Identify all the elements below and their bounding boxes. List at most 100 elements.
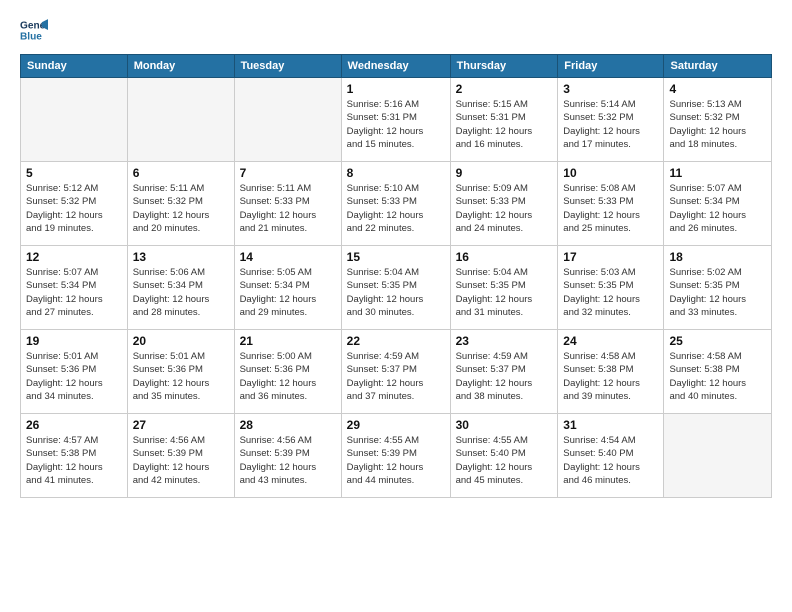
day-number: 20 (133, 334, 229, 348)
weekday-header: Tuesday (234, 55, 341, 78)
weekday-header: Wednesday (341, 55, 450, 78)
day-number: 26 (26, 418, 122, 432)
day-info: Sunrise: 5:10 AM Sunset: 5:33 PM Dayligh… (347, 182, 445, 235)
day-info: Sunrise: 5:00 AM Sunset: 5:36 PM Dayligh… (240, 350, 336, 403)
calendar-week-row: 12Sunrise: 5:07 AM Sunset: 5:34 PM Dayli… (21, 246, 772, 330)
weekday-header: Saturday (664, 55, 772, 78)
day-info: Sunrise: 4:58 AM Sunset: 5:38 PM Dayligh… (669, 350, 766, 403)
day-info: Sunrise: 5:04 AM Sunset: 5:35 PM Dayligh… (456, 266, 553, 319)
day-number: 7 (240, 166, 336, 180)
calendar-cell: 13 Sunrise: 5:06 AM Sunset: 5:34 PM Dayli… (127, 246, 234, 330)
day-number: 22 (347, 334, 445, 348)
day-number: 3 (563, 82, 658, 96)
calendar-week-row: 5 Sunrise: 5:12 AM Sunset: 5:32 PM Daylig… (21, 162, 772, 246)
calendar-cell: 20 Sunrise: 5:01 AM Sunset: 5:36 PM Dayli… (127, 330, 234, 414)
day-info: Sunrise: 5:11 AM Sunset: 5:32 PM Dayligh… (133, 182, 229, 235)
day-number: 6 (133, 166, 229, 180)
calendar-cell: 19Sunrise: 5:01 AM Sunset: 5:36 PM Dayli… (21, 330, 128, 414)
day-info: Sunrise: 4:55 AM Sunset: 5:39 PM Dayligh… (347, 434, 445, 487)
day-info: Sunrise: 4:59 AM Sunset: 5:37 PM Dayligh… (456, 350, 553, 403)
calendar-cell: 27Sunrise: 4:56 AM Sunset: 5:39 PM Dayli… (127, 414, 234, 498)
day-number: 13 (133, 250, 229, 264)
day-number: 2 (456, 82, 553, 96)
day-info: Sunrise: 4:58 AM Sunset: 5:38 PM Dayligh… (563, 350, 658, 403)
day-info: Sunrise: 5:03 AM Sunset: 5:35 PM Dayligh… (563, 266, 658, 319)
calendar-cell: 11 Sunrise: 5:07 AM Sunset: 5:34 PM Dayli… (664, 162, 772, 246)
day-number: 1 (347, 82, 445, 96)
calendar-cell: 8 Sunrise: 5:10 AM Sunset: 5:33 PM Daylig… (341, 162, 450, 246)
day-number: 21 (240, 334, 336, 348)
calendar-cell: 15 Sunrise: 5:04 AM Sunset: 5:35 PM Dayli… (341, 246, 450, 330)
day-info: Sunrise: 4:56 AM Sunset: 5:39 PM Dayligh… (133, 434, 229, 487)
calendar-cell: 9Sunrise: 5:09 AM Sunset: 5:33 PM Daylig… (450, 162, 558, 246)
day-number: 11 (669, 166, 766, 180)
calendar-cell (21, 78, 128, 162)
calendar-cell: 30 Sunrise: 4:55 AM Sunset: 5:40 PM Dayli… (450, 414, 558, 498)
day-info: Sunrise: 5:07 AM Sunset: 5:34 PM Dayligh… (669, 182, 766, 235)
calendar-cell: 22 Sunrise: 4:59 AM Sunset: 5:37 PM Dayli… (341, 330, 450, 414)
calendar-cell: 10 Sunrise: 5:08 AM Sunset: 5:33 PM Dayli… (558, 162, 664, 246)
svg-text:Blue: Blue (20, 31, 42, 42)
day-info: Sunrise: 5:07 AM Sunset: 5:34 PM Dayligh… (26, 266, 122, 319)
calendar-cell: 28 Sunrise: 4:56 AM Sunset: 5:39 PM Dayli… (234, 414, 341, 498)
day-number: 15 (347, 250, 445, 264)
calendar-cell: 24 Sunrise: 4:58 AM Sunset: 5:38 PM Dayli… (558, 330, 664, 414)
calendar-cell: 3Sunrise: 5:14 AM Sunset: 5:32 PM Daylig… (558, 78, 664, 162)
calendar-cell: 16Sunrise: 5:04 AM Sunset: 5:35 PM Dayli… (450, 246, 558, 330)
day-info: Sunrise: 5:12 AM Sunset: 5:32 PM Dayligh… (26, 182, 122, 235)
day-info: Sunrise: 5:08 AM Sunset: 5:33 PM Dayligh… (563, 182, 658, 235)
calendar-cell: 14 Sunrise: 5:05 AM Sunset: 5:34 PM Dayli… (234, 246, 341, 330)
weekday-header: Sunday (21, 55, 128, 78)
day-info: Sunrise: 5:01 AM Sunset: 5:36 PM Dayligh… (133, 350, 229, 403)
calendar-week-row: 1 Sunrise: 5:16 AM Sunset: 5:31 PM Daylig… (21, 78, 772, 162)
day-info: Sunrise: 5:16 AM Sunset: 5:31 PM Dayligh… (347, 98, 445, 151)
logo: General Blue (20, 16, 52, 44)
day-info: Sunrise: 4:54 AM Sunset: 5:40 PM Dayligh… (563, 434, 658, 487)
weekday-header-row: SundayMondayTuesdayWednesdayThursdayFrid… (21, 55, 772, 78)
day-number: 5 (26, 166, 122, 180)
day-number: 19 (26, 334, 122, 348)
calendar-cell: 4 Sunrise: 5:13 AM Sunset: 5:32 PM Daylig… (664, 78, 772, 162)
weekday-header: Friday (558, 55, 664, 78)
day-number: 24 (563, 334, 658, 348)
calendar-cell: 1 Sunrise: 5:16 AM Sunset: 5:31 PM Daylig… (341, 78, 450, 162)
calendar-cell: 17Sunrise: 5:03 AM Sunset: 5:35 PM Dayli… (558, 246, 664, 330)
day-info: Sunrise: 5:15 AM Sunset: 5:31 PM Dayligh… (456, 98, 553, 151)
calendar-cell: 18Sunrise: 5:02 AM Sunset: 5:35 PM Dayli… (664, 246, 772, 330)
day-number: 18 (669, 250, 766, 264)
day-info: Sunrise: 4:59 AM Sunset: 5:37 PM Dayligh… (347, 350, 445, 403)
calendar-cell: 29Sunrise: 4:55 AM Sunset: 5:39 PM Dayli… (341, 414, 450, 498)
day-number: 28 (240, 418, 336, 432)
day-number: 31 (563, 418, 658, 432)
calendar-cell: 31 Sunrise: 4:54 AM Sunset: 5:40 PM Dayli… (558, 414, 664, 498)
day-info: Sunrise: 4:55 AM Sunset: 5:40 PM Dayligh… (456, 434, 553, 487)
day-number: 14 (240, 250, 336, 264)
page: General Blue SundayMondayTuesdayWednesda… (0, 0, 792, 612)
day-info: Sunrise: 5:13 AM Sunset: 5:32 PM Dayligh… (669, 98, 766, 151)
calendar-cell: 25Sunrise: 4:58 AM Sunset: 5:38 PM Dayli… (664, 330, 772, 414)
day-info: Sunrise: 5:09 AM Sunset: 5:33 PM Dayligh… (456, 182, 553, 235)
weekday-header: Monday (127, 55, 234, 78)
calendar-cell: 7 Sunrise: 5:11 AM Sunset: 5:33 PM Daylig… (234, 162, 341, 246)
calendar-cell: 23 Sunrise: 4:59 AM Sunset: 5:37 PM Dayli… (450, 330, 558, 414)
day-info: Sunrise: 5:06 AM Sunset: 5:34 PM Dayligh… (133, 266, 229, 319)
day-info: Sunrise: 5:05 AM Sunset: 5:34 PM Dayligh… (240, 266, 336, 319)
day-number: 10 (563, 166, 658, 180)
calendar-cell (234, 78, 341, 162)
calendar-cell: 26Sunrise: 4:57 AM Sunset: 5:38 PM Dayli… (21, 414, 128, 498)
logo-icon: General Blue (20, 16, 48, 44)
calendar-cell: 21 Sunrise: 5:00 AM Sunset: 5:36 PM Dayli… (234, 330, 341, 414)
day-number: 30 (456, 418, 553, 432)
day-number: 23 (456, 334, 553, 348)
calendar-week-row: 19 Sunrise: 5:01 AM Sunset: 5:36 PM Dayli… (21, 330, 772, 414)
calendar-cell: 6 Sunrise: 5:11 AM Sunset: 5:32 PM Daylig… (127, 162, 234, 246)
calendar-cell (664, 414, 772, 498)
calendar-cell: 12Sunrise: 5:07 AM Sunset: 5:34 PM Dayli… (21, 246, 128, 330)
day-number: 4 (669, 82, 766, 96)
day-number: 8 (347, 166, 445, 180)
calendar-cell: 5 Sunrise: 5:12 AM Sunset: 5:32 PM Daylig… (21, 162, 128, 246)
day-info: Sunrise: 5:11 AM Sunset: 5:33 PM Dayligh… (240, 182, 336, 235)
day-info: Sunrise: 4:56 AM Sunset: 5:39 PM Dayligh… (240, 434, 336, 487)
header: General Blue (20, 16, 772, 44)
day-info: Sunrise: 5:04 AM Sunset: 5:35 PM Dayligh… (347, 266, 445, 319)
